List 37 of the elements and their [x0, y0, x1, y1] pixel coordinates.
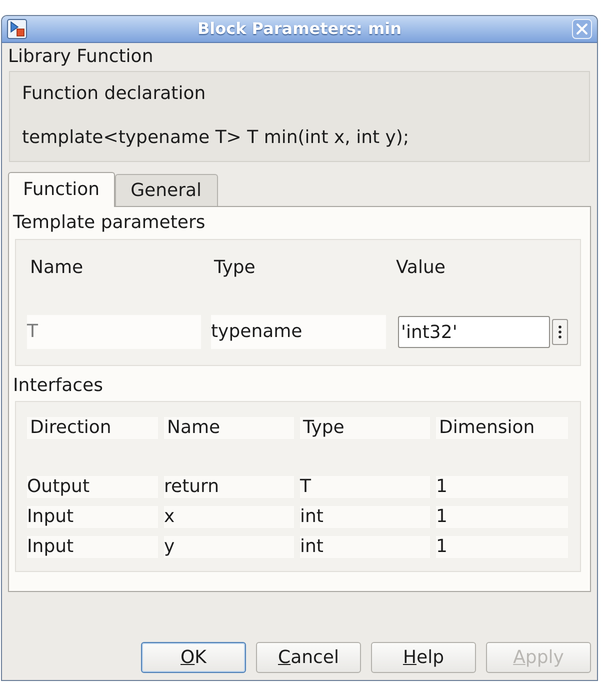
table-cell: int [300, 536, 430, 558]
table-cell: 1 [436, 506, 568, 528]
group-title: Template parameters [13, 212, 206, 234]
table-cell: typename [211, 315, 386, 349]
tab[interactable]: General [114, 174, 218, 206]
column-header: Name [164, 417, 294, 439]
group-title: Interfaces [13, 375, 103, 397]
column-header: Dimension [436, 417, 568, 439]
window-title: Block Parameters: min [196, 19, 403, 39]
table-cell: return [164, 476, 294, 498]
table-cell: y [164, 536, 294, 558]
table-cell: int [300, 506, 430, 528]
column-header: Type [214, 257, 256, 278]
tab[interactable]: Function [8, 172, 115, 207]
table-cell: 1 [436, 476, 568, 498]
table-cell: Output [27, 476, 158, 498]
table-cell: T [27, 315, 201, 349]
declaration-label: Function declaration [22, 83, 206, 105]
declaration-code: template<typename T> T min(int x, int y); [22, 127, 410, 149]
table-cell: Input [27, 536, 158, 558]
table-cell: x [164, 506, 294, 528]
table-cell: T [300, 476, 430, 498]
column-header: Value [396, 257, 446, 278]
dialog-button[interactable]: Help [371, 642, 476, 673]
column-header: Type [300, 417, 430, 439]
block-icon [7, 19, 27, 39]
table-cell: 1 [436, 536, 568, 558]
more-button[interactable] [552, 319, 568, 345]
value-field[interactable]: 'int32' [398, 316, 550, 348]
column-header: Name [30, 257, 84, 278]
dialog-button[interactable]: Cancel [256, 642, 361, 673]
table-cell: Input [27, 506, 158, 528]
section-heading: Library Function [8, 46, 154, 68]
close-icon [576, 23, 588, 35]
column-header: Direction [27, 417, 158, 439]
vertical-dots-icon [558, 325, 562, 339]
dialog-button[interactable]: OK [141, 642, 246, 673]
